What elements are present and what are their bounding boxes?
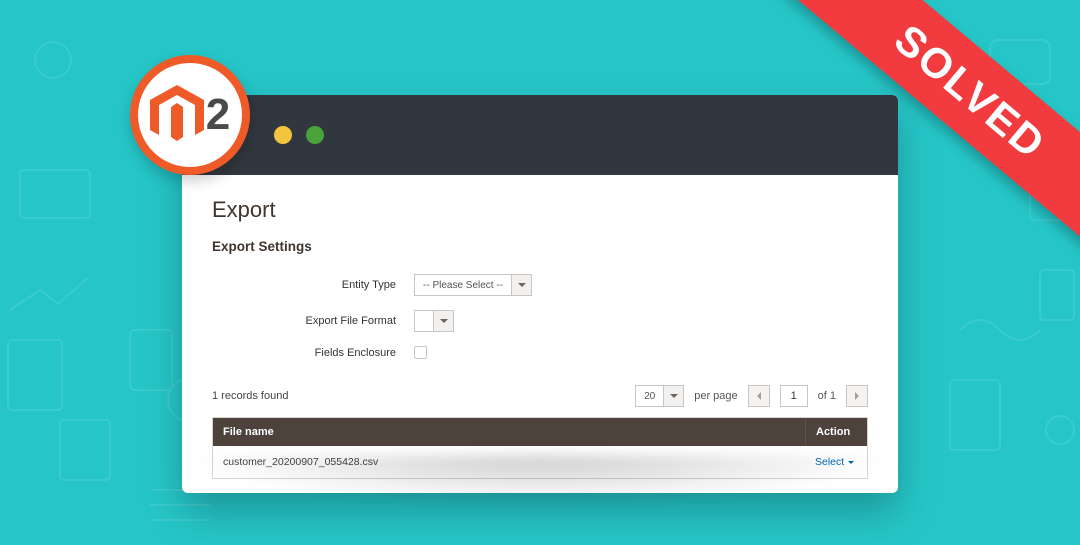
grid-toolbar: 1 records found 20 per page of 1 [212, 385, 868, 407]
caret-down-icon [848, 461, 854, 467]
magento2-badge: 2 [130, 55, 250, 175]
column-action: Action [805, 418, 867, 446]
label-fields-enclosure: Fields Enclosure [212, 347, 414, 359]
row-action-label: Select [815, 456, 844, 468]
chevron-down-icon [663, 386, 683, 406]
page-title: Export [212, 197, 868, 223]
select-per-page-value: 20 [636, 386, 663, 406]
select-per-page[interactable]: 20 [635, 385, 684, 407]
page-content: Export Export Settings Entity Type -- Pl… [182, 175, 898, 493]
pager: 20 per page of 1 [635, 385, 868, 407]
page-next-button[interactable] [846, 385, 868, 407]
select-export-file-format[interactable] [414, 310, 454, 332]
per-page-label: per page [694, 390, 737, 402]
row-export-file-format: Export File Format [212, 310, 868, 332]
cell-file-name: customer_20200907_055428.csv [213, 446, 805, 478]
export-files-grid: File name Action customer_20200907_05542… [212, 417, 868, 479]
page-prev-button[interactable] [748, 385, 770, 407]
select-entity-type-value: -- Please Select -- [415, 275, 511, 295]
select-entity-type[interactable]: -- Please Select -- [414, 274, 532, 296]
window-minimize-dot[interactable] [274, 126, 292, 144]
column-file-name[interactable]: File name [213, 418, 805, 446]
row-entity-type: Entity Type -- Please Select -- [212, 274, 868, 296]
label-export-file-format: Export File Format [212, 315, 414, 327]
row-action-select[interactable]: Select [805, 446, 867, 478]
label-entity-type: Entity Type [212, 279, 414, 291]
magento-version-text: 2 [206, 93, 230, 137]
page-of-total: of 1 [818, 390, 836, 402]
browser-window: Export Export Settings Entity Type -- Pl… [182, 95, 898, 493]
window-titlebar [182, 95, 898, 175]
grid-header: File name Action [213, 418, 867, 446]
chevron-down-icon [433, 311, 453, 331]
page-number-input[interactable] [780, 385, 808, 407]
checkbox-fields-enclosure[interactable] [414, 346, 427, 359]
magento-logo-icon [150, 85, 204, 145]
section-title: Export Settings [212, 239, 868, 254]
chevron-down-icon [511, 275, 531, 295]
window-maximize-dot[interactable] [306, 126, 324, 144]
select-export-file-format-value [415, 311, 433, 331]
table-row: customer_20200907_055428.csv Select [213, 446, 867, 478]
records-found: 1 records found [212, 390, 288, 402]
row-fields-enclosure: Fields Enclosure [212, 346, 868, 359]
